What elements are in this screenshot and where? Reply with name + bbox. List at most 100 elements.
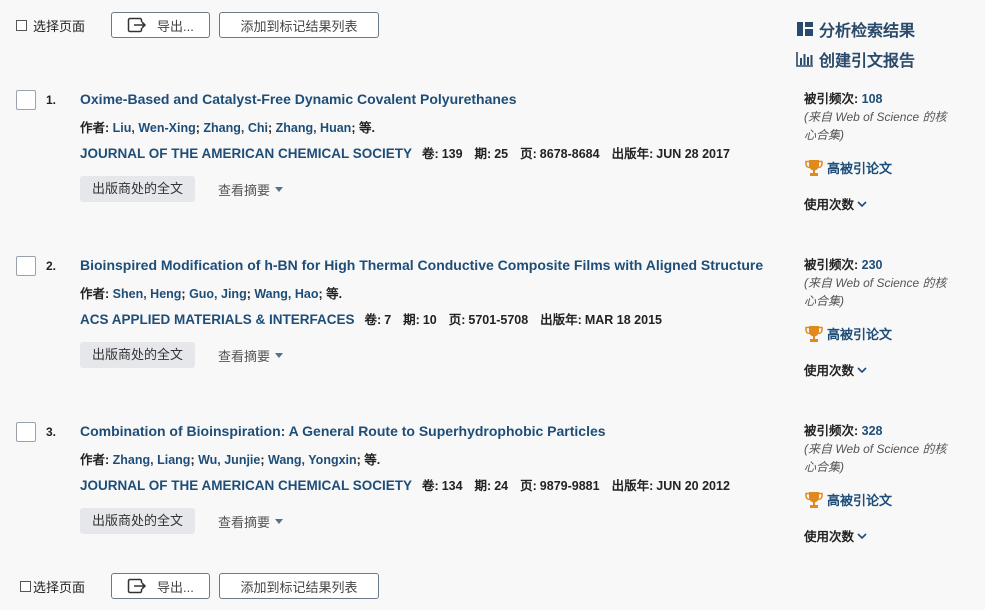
author-link[interactable]: Shen, Heng: [113, 287, 182, 301]
author-link[interactable]: Liu, Wen-Xing: [113, 121, 196, 135]
caret-down-icon: [275, 186, 284, 192]
highly-cited-label: 高被引论文: [827, 161, 893, 176]
published-label: 出版年:: [611, 479, 654, 493]
caret-down-icon: [275, 518, 284, 524]
volume-label: 卷:: [422, 147, 439, 161]
volume-label: 卷:: [422, 479, 439, 493]
select-page-label: 选择页面: [33, 18, 86, 34]
authors-prefix: 作者:: [80, 453, 110, 467]
pages-value: 8678-8684: [539, 147, 600, 161]
author-link[interactable]: Zhang, Liang: [113, 453, 191, 467]
chevron-down-icon: [857, 366, 867, 373]
add-to-marked-list-button[interactable]: 添加到标记结果列表: [219, 573, 379, 599]
times-cited-label: 被引频次:: [804, 424, 859, 438]
journal-link[interactable]: ACS APPLIED MATERIALS & INTERFACES: [80, 312, 355, 327]
author-link[interactable]: Wang, Hao: [254, 287, 318, 301]
record-source: JOURNAL OF THE AMERICAN CHEMICAL SOCIETY…: [80, 475, 742, 494]
checkbox-box[interactable]: [16, 19, 27, 31]
published-value: JUN 28 2017: [656, 147, 730, 161]
record-number: 1.: [46, 93, 57, 107]
volume-value: 7: [384, 313, 392, 327]
record-number: 3.: [46, 425, 57, 439]
trophy-icon: [805, 491, 823, 508]
journal-link[interactable]: JOURNAL OF THE AMERICAN CHEMICAL SOCIETY: [80, 478, 412, 493]
record-checkbox[interactable]: [16, 256, 36, 276]
view-abstract-toggle[interactable]: 查看摘要: [218, 512, 284, 531]
record-source: ACS APPLIED MATERIALS & INTERFACES 卷: 7 期…: [80, 309, 674, 328]
usage-count-toggle[interactable]: 使用次数: [804, 360, 964, 379]
times-cited: 被引频次: 328: [804, 422, 964, 440]
times-cited-link[interactable]: 328: [862, 424, 883, 438]
record-title-link[interactable]: Oxime-Based and Catalyst-Free Dynamic Co…: [80, 91, 516, 107]
export-button[interactable]: 导出...: [111, 12, 210, 38]
author-link[interactable]: Zhang, Chi: [203, 121, 268, 135]
record-item: 2. Bioinspired Modification of h-BN for …: [0, 256, 985, 416]
record-title-link[interactable]: Combination of Bioinspiration: A General…: [80, 423, 606, 439]
chevron-down-icon: [857, 200, 867, 207]
record-actions: 出版商处的全文 查看摘要: [80, 342, 284, 368]
full-text-button[interactable]: 出版商处的全文: [80, 508, 196, 534]
select-page-checkbox[interactable]: 选择页面: [16, 16, 85, 35]
view-abstract-label: 查看摘要: [218, 348, 271, 364]
highly-cited-badge[interactable]: 高被引论文: [804, 490, 964, 509]
authors-prefix: 作者:: [80, 121, 110, 135]
record-metrics: 被引频次: 230 (来自 Web of Science 的核心合集) 高被引论…: [804, 256, 964, 379]
usage-count-toggle[interactable]: 使用次数: [804, 194, 964, 213]
highly-cited-label: 高被引论文: [827, 493, 893, 508]
record-metrics: 被引频次: 108 (来自 Web of Science 的核心合集) 高被引论…: [804, 90, 964, 213]
authors-etc: 等.: [364, 453, 381, 467]
record-item: 1. Oxime-Based and Catalyst-Free Dynamic…: [0, 90, 985, 250]
author-link[interactable]: Wu, Junjie: [198, 453, 260, 467]
analyze-results-label: 分析检索结果: [819, 23, 916, 40]
bar-analyze-icon: [797, 22, 813, 36]
add-to-marked-list-button[interactable]: 添加到标记结果列表: [219, 12, 379, 38]
caret-down-icon: [275, 352, 284, 358]
record-title-link[interactable]: Bioinspired Modification of h-BN for Hig…: [80, 257, 763, 273]
record-authors: 作者: Liu, Wen-Xing; Zhang, Chi; Zhang, Hu…: [80, 121, 375, 135]
author-link[interactable]: Wang, Yongxin: [268, 453, 357, 467]
citation-report-link[interactable]: 创建引文报告: [796, 44, 915, 74]
published-label: 出版年:: [540, 313, 582, 327]
analyze-results-link[interactable]: 分析检索结果: [796, 14, 915, 44]
published-value: JUN 20 2012: [656, 479, 730, 493]
issue-label: 期:: [403, 313, 420, 327]
source-note: (来自 Web of Science 的核心合集): [804, 442, 947, 474]
highly-cited-label: 高被引论文: [827, 327, 893, 342]
bar-chart-icon: [796, 52, 813, 67]
highly-cited-badge[interactable]: 高被引论文: [804, 158, 964, 177]
volume-value: 134: [441, 479, 463, 493]
times-cited-label: 被引频次:: [804, 258, 859, 272]
times-cited: 被引频次: 108: [804, 90, 964, 108]
bottom-toolbar: 选择页面 导出... 添加到标记结果列表: [16, 572, 379, 600]
view-abstract-toggle[interactable]: 查看摘要: [218, 180, 284, 199]
journal-link[interactable]: JOURNAL OF THE AMERICAN CHEMICAL SOCIETY: [80, 146, 412, 161]
authors-prefix: 作者:: [80, 287, 110, 301]
pages-label: 页:: [448, 313, 466, 327]
times-cited-link[interactable]: 108: [862, 92, 883, 106]
checkbox-box[interactable]: [20, 580, 31, 592]
usage-count-label: 使用次数: [804, 530, 855, 544]
author-link[interactable]: Guo, Jing: [189, 287, 247, 301]
record-actions: 出版商处的全文 查看摘要: [80, 176, 284, 202]
highly-cited-badge[interactable]: 高被引论文: [804, 324, 964, 343]
authors-etc: 等.: [358, 121, 375, 135]
full-text-button[interactable]: 出版商处的全文: [80, 342, 196, 368]
usage-count-toggle[interactable]: 使用次数: [804, 526, 964, 545]
times-cited-link[interactable]: 230: [862, 258, 883, 272]
record-checkbox[interactable]: [16, 422, 36, 442]
full-text-button[interactable]: 出版商处的全文: [80, 176, 196, 202]
pages-value: 9879-9881: [539, 479, 600, 493]
record-source: JOURNAL OF THE AMERICAN CHEMICAL SOCIETY…: [80, 143, 742, 162]
issue-label: 期:: [474, 147, 492, 161]
authors-etc: 等.: [326, 287, 343, 301]
view-abstract-toggle[interactable]: 查看摘要: [218, 346, 284, 365]
volume-value: 139: [441, 147, 463, 161]
export-button-label: 导出...: [157, 579, 194, 595]
author-link[interactable]: Zhang, Huan: [276, 121, 352, 135]
chevron-down-icon: [857, 532, 867, 539]
export-button[interactable]: 导出...: [111, 573, 210, 599]
select-page-checkbox[interactable]: 选择页面: [16, 577, 85, 596]
view-abstract-label: 查看摘要: [218, 514, 271, 530]
record-checkbox[interactable]: [16, 90, 36, 110]
trophy-icon: [805, 159, 823, 176]
